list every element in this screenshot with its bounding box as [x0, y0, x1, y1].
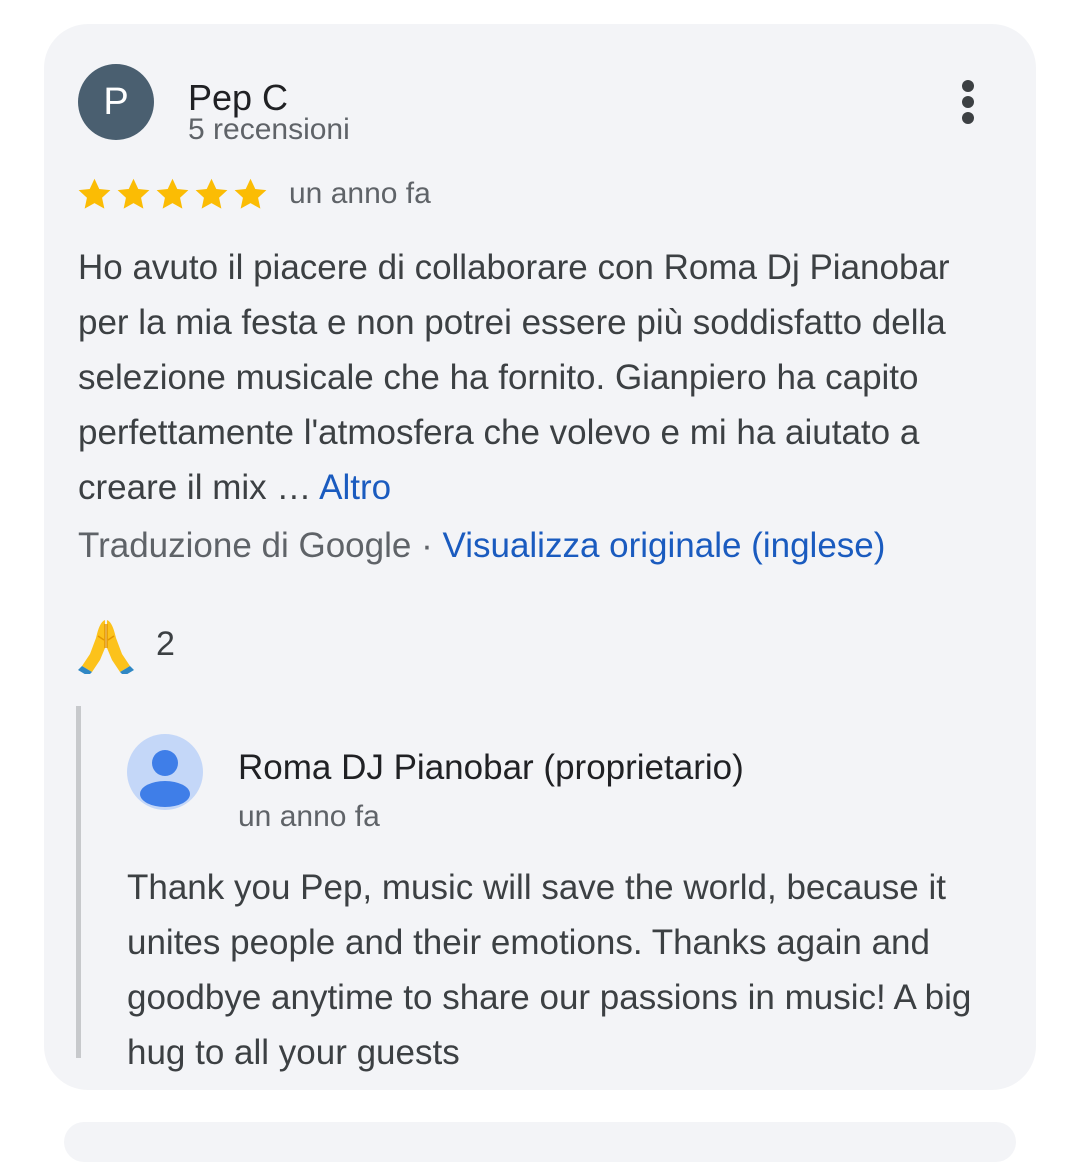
star-icon: [195, 178, 228, 209]
star-icon: [78, 178, 111, 209]
star-rating: [76, 176, 269, 213]
more-link[interactable]: Altro: [319, 468, 391, 507]
review-text: Ho avuto il piacere di collaborare con R…: [78, 240, 998, 515]
more-vert-icon[interactable]: [950, 76, 986, 128]
reviewer-avatar[interactable]: P: [78, 64, 154, 140]
view-original-link[interactable]: Visualizza originale (inglese): [442, 526, 885, 565]
reaction-count: 2: [156, 624, 175, 663]
owner-response-text: Thank you Pep, music will save the world…: [127, 868, 972, 1072]
folded-hands-icon: [78, 620, 134, 674]
menu-dot: [962, 80, 974, 92]
person-icon[interactable]: [127, 734, 203, 810]
owner-response-time: un anno fa: [238, 800, 380, 833]
person-silhouette: [140, 750, 190, 807]
owner-response: Roma DJ Pianobar (proprietario) un anno …: [76, 706, 996, 1072]
translation-separator: ·: [421, 526, 433, 565]
star-icon: [234, 178, 267, 209]
next-review-card: [64, 1122, 1016, 1162]
review-time: un anno fa: [289, 177, 431, 210]
review-body: Ho avuto il piacere di collaborare con R…: [78, 248, 950, 507]
star-icon: [156, 178, 189, 209]
star-icon: [117, 178, 150, 209]
rating-row: un anno fa: [76, 172, 431, 216]
review-card: P Pep C 5 recensioni un anno fa Ho avuto…: [44, 24, 1036, 1090]
translation-row: Traduzione di Google · Visualizza origin…: [78, 518, 1018, 573]
reaction-button[interactable]: 2: [78, 614, 175, 674]
translation-label: Traduzione di Google: [78, 526, 412, 565]
menu-dot: [962, 112, 974, 124]
reviewer-review-count: 5 recensioni: [188, 113, 350, 146]
owner-name[interactable]: Roma DJ Pianobar (proprietario): [238, 750, 744, 785]
menu-dot: [962, 96, 974, 108]
